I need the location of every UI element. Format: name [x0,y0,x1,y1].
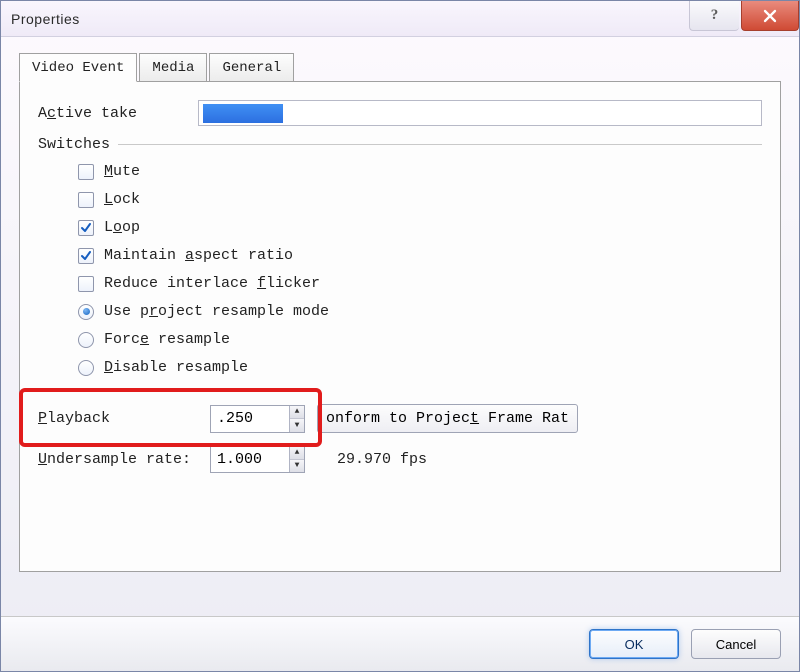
conform-frame-rate-button[interactable]: onform to Project Frame Rat [317,404,578,433]
tab-label: Media [152,60,194,76]
spin-down[interactable]: ▼ [290,460,304,473]
radio-disable-resample[interactable]: Disable resample [78,359,762,376]
spin-up[interactable]: ▲ [290,446,304,460]
properties-window: Properties ? Video Event Media General A… [0,0,800,672]
switches-header: Switches [38,136,762,153]
check-label: Maintain aspect ratio [104,247,293,264]
check-mute[interactable]: Mute [78,163,762,180]
cancel-button[interactable]: Cancel [691,629,781,659]
window-title: Properties [11,11,80,27]
button-label: OK [625,637,644,652]
checkmark-icon [80,222,92,234]
spin-down[interactable]: ▼ [290,419,304,432]
tabstrip: Video Event Media General [19,52,781,82]
radio-icon [78,304,94,320]
dialog-body: Video Event Media General Active take Sw… [1,37,799,616]
checkbox-icon [78,276,94,292]
titlebar-controls: ? [689,1,799,33]
check-label: Mute [104,163,140,180]
check-label: Reduce interlace flicker [104,275,320,292]
check-aspect[interactable]: Maintain aspect ratio [78,247,762,264]
active-take-label: Active take [38,105,198,122]
playback-label: Playback [38,410,198,427]
ok-button[interactable]: OK [589,629,679,659]
titlebar: Properties ? [1,1,799,37]
undersample-spinner[interactable]: ▲ ▼ [210,445,305,473]
radio-label: Disable resample [104,359,248,376]
checkbox-icon [78,220,94,236]
help-button[interactable]: ? [689,1,739,31]
radio-force-resample[interactable]: Force resample [78,331,762,348]
tab-general[interactable]: General [209,53,294,82]
help-icon: ? [711,7,719,24]
check-label: Lock [104,191,140,208]
tabpage-video-event: Active take Switches Mute Lock [19,82,781,572]
text-selection [203,104,283,123]
playback-input[interactable] [211,406,289,432]
radio-icon [78,332,94,348]
undersample-label: Undersample rate: [38,451,198,468]
close-button[interactable] [741,1,799,31]
check-reduce-flicker[interactable]: Reduce interlace flicker [78,275,762,292]
check-label: Loop [104,219,140,236]
active-take-input[interactable] [198,100,762,126]
fps-readout: 29.970 fps [337,451,427,468]
group-label: Switches [38,136,110,153]
tab-label: General [222,60,281,76]
check-lock[interactable]: Lock [78,191,762,208]
active-take-row: Active take [38,100,762,126]
playback-row: Playback ▲ ▼ onform to Project Frame Rat [38,404,762,433]
tab-media[interactable]: Media [139,53,207,82]
check-loop[interactable]: Loop [78,219,762,236]
checkbox-icon [78,164,94,180]
button-label: Cancel [716,637,756,652]
checkbox-icon [78,192,94,208]
spinner-buttons: ▲ ▼ [289,406,304,432]
playback-spinner[interactable]: ▲ ▼ [210,405,305,433]
undersample-input[interactable] [211,446,289,472]
dialog-footer: OK Cancel [1,616,799,671]
radio-project-resample[interactable]: Use project resample mode [78,303,762,320]
radio-label: Use project resample mode [104,303,329,320]
spinner-buttons: ▲ ▼ [289,446,304,472]
button-label: onform to Project Frame Rat [326,410,569,427]
checkbox-icon [78,248,94,264]
resample-group: Use project resample mode Force resample… [38,303,762,376]
radio-label: Force resample [104,331,230,348]
radio-icon [78,360,94,376]
undersample-row: Undersample rate: ▲ ▼ 29.970 fps [38,445,762,473]
spin-up[interactable]: ▲ [290,406,304,420]
tab-label: Video Event [32,60,124,76]
close-icon [762,8,778,24]
checkmark-icon [80,250,92,262]
tab-video-event[interactable]: Video Event [19,53,137,82]
divider [118,144,762,145]
radio-dot [83,308,90,315]
